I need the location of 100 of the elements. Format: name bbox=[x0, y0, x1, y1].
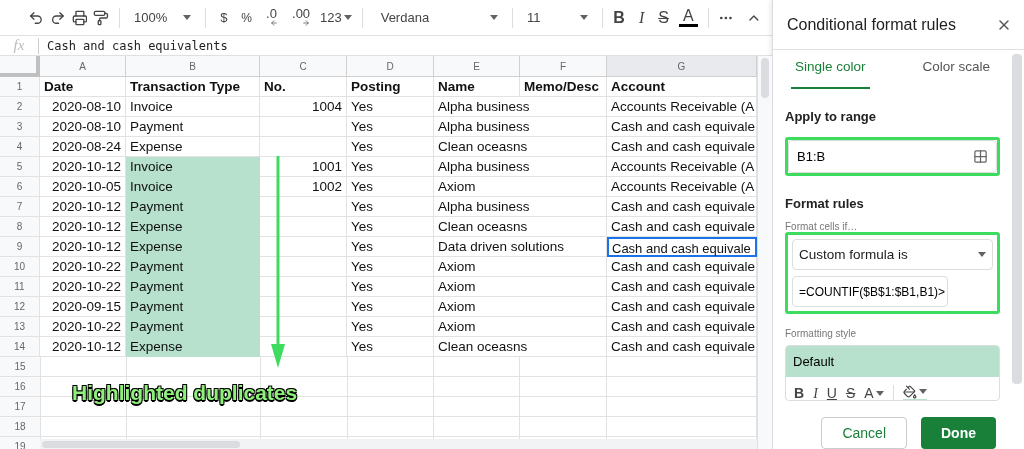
format-button[interactable]: S bbox=[845, 382, 856, 400]
zoom-dropdown[interactable]: 100% bbox=[130, 7, 196, 28]
table-cell: Invoice bbox=[126, 157, 260, 177]
table-cell: Payment bbox=[126, 257, 260, 277]
fill-color-button[interactable] bbox=[902, 384, 927, 400]
table-cell: Data driven solutions bbox=[434, 237, 607, 257]
arrow-icon bbox=[302, 18, 311, 27]
panel-scrollbar[interactable] bbox=[1012, 54, 1022, 384]
table-cell: Invoice bbox=[126, 177, 260, 197]
column-header[interactable]: D bbox=[347, 56, 434, 77]
row-number: 9 bbox=[0, 237, 40, 257]
table-cell: Clean oceasns bbox=[434, 337, 607, 357]
table-cell: 2020-08-24 bbox=[40, 137, 126, 157]
format-button[interactable]: B bbox=[794, 382, 805, 400]
caret-icon bbox=[978, 252, 986, 258]
row-number: 1 bbox=[0, 77, 40, 97]
row-number: 10 bbox=[0, 257, 40, 277]
row-number: 17 bbox=[0, 397, 40, 416]
table-cell: Payment bbox=[126, 277, 260, 297]
table-cell: Payment bbox=[126, 317, 260, 337]
bold-button[interactable]: B bbox=[609, 5, 629, 30]
percent-button[interactable]: % bbox=[237, 8, 257, 27]
table-cell: Axiom bbox=[434, 277, 607, 297]
table-cell: Yes bbox=[347, 337, 434, 357]
format-button[interactable]: A bbox=[864, 382, 884, 400]
horizontal-scrollbar[interactable] bbox=[40, 439, 757, 449]
formula-label: fx bbox=[12, 36, 26, 56]
format-button[interactable]: U bbox=[826, 382, 837, 400]
table-cell: Yes bbox=[347, 157, 434, 177]
condition-dropdown[interactable]: Custom formula is bbox=[792, 239, 993, 271]
style-preview: Default bbox=[786, 346, 999, 378]
table-cell: Yes bbox=[347, 97, 434, 117]
table-cell: Alpha business bbox=[434, 157, 607, 177]
table-cell: 1001 bbox=[260, 157, 347, 177]
row-number: 18 bbox=[0, 417, 40, 436]
table-cell: Yes bbox=[347, 137, 434, 157]
row-number: 16 bbox=[0, 377, 40, 396]
italic-button[interactable]: I bbox=[634, 5, 649, 30]
section-label: Apply to range bbox=[785, 108, 877, 127]
grid-icon[interactable] bbox=[973, 148, 988, 164]
scrollbar[interactable] bbox=[757, 56, 772, 449]
field-label: Formatting style bbox=[785, 327, 858, 342]
table-cell: Yes bbox=[347, 277, 434, 297]
table-cell: Axiom bbox=[434, 177, 607, 197]
column-header[interactable]: E bbox=[434, 56, 520, 77]
row-number: 7 bbox=[0, 197, 40, 217]
number-format-dropdown[interactable]: 123 bbox=[320, 7, 352, 28]
column-header[interactable]: C bbox=[260, 56, 347, 77]
table-cell: Axiom bbox=[434, 317, 607, 337]
table-cell: 2020-08-10 bbox=[40, 117, 126, 137]
formula-input[interactable]: Cash and cash equivalents bbox=[39, 36, 772, 55]
table-cell: Axiom bbox=[434, 297, 607, 317]
text-color-button[interactable]: A bbox=[678, 8, 698, 27]
table-cell: Alpha business bbox=[434, 117, 607, 137]
font-size-dropdown[interactable]: 11 bbox=[519, 7, 597, 28]
table-cell: 2020-08-10 bbox=[40, 97, 126, 117]
table-cell: 1004 bbox=[260, 97, 347, 117]
currency-button[interactable]: $ bbox=[216, 7, 232, 28]
increase-decimals-button[interactable]: .00 bbox=[288, 8, 315, 27]
print-icon[interactable] bbox=[71, 8, 88, 27]
row-number: 3 bbox=[0, 117, 40, 137]
cancel-button[interactable]: Cancel bbox=[821, 417, 907, 449]
row-number: 5 bbox=[0, 157, 40, 177]
table-cell: 1002 bbox=[260, 177, 347, 197]
range-field[interactable]: B1:B bbox=[788, 139, 997, 173]
done-button[interactable]: Done bbox=[921, 417, 996, 449]
table-cell: Expense bbox=[126, 217, 260, 237]
table-cell: Payment bbox=[126, 117, 260, 137]
row-number: 15 bbox=[0, 357, 40, 376]
strikethrough-button[interactable]: S bbox=[654, 5, 673, 30]
caret-icon bbox=[580, 15, 589, 20]
tab[interactable]: Single color bbox=[791, 57, 870, 90]
table-cell: Payment bbox=[126, 297, 260, 317]
formula-field[interactable]: =COUNTIF($B$1:$B1,B1)> bbox=[792, 276, 948, 308]
table-cell: Memo/Desc bbox=[520, 77, 607, 97]
table-cell: Name bbox=[434, 77, 520, 97]
table-cell: Yes bbox=[347, 217, 434, 237]
table-cell: Alpha business bbox=[434, 197, 607, 217]
table-cell: Expense bbox=[126, 237, 260, 257]
column-header[interactable]: G bbox=[607, 56, 757, 77]
tab[interactable]: Color scale bbox=[918, 57, 994, 90]
arrow-icon bbox=[270, 18, 279, 27]
panel-title: Conditional format rules bbox=[787, 14, 956, 35]
column-header[interactable]: A bbox=[40, 56, 126, 77]
table-cell: Invoice bbox=[126, 97, 260, 117]
caret-icon bbox=[875, 390, 884, 396]
row-number: 4 bbox=[0, 137, 40, 157]
font-dropdown[interactable]: Verdana bbox=[372, 7, 507, 28]
table-cell: Cash and cash equivale bbox=[607, 237, 757, 257]
corner-cell[interactable] bbox=[0, 56, 40, 77]
caret-icon bbox=[490, 15, 499, 20]
table-cell: Yes bbox=[347, 197, 434, 217]
caret-icon bbox=[918, 389, 927, 395]
format-button[interactable]: I bbox=[813, 382, 818, 400]
annotation-label: Highlighted duplicates bbox=[72, 380, 298, 406]
decrease-decimals-button[interactable]: .0 bbox=[262, 8, 283, 27]
section-label: Format rules bbox=[785, 194, 865, 213]
column-header[interactable]: B bbox=[126, 56, 260, 77]
paint-format-icon[interactable] bbox=[93, 8, 110, 27]
table-cell: Date bbox=[40, 77, 126, 97]
